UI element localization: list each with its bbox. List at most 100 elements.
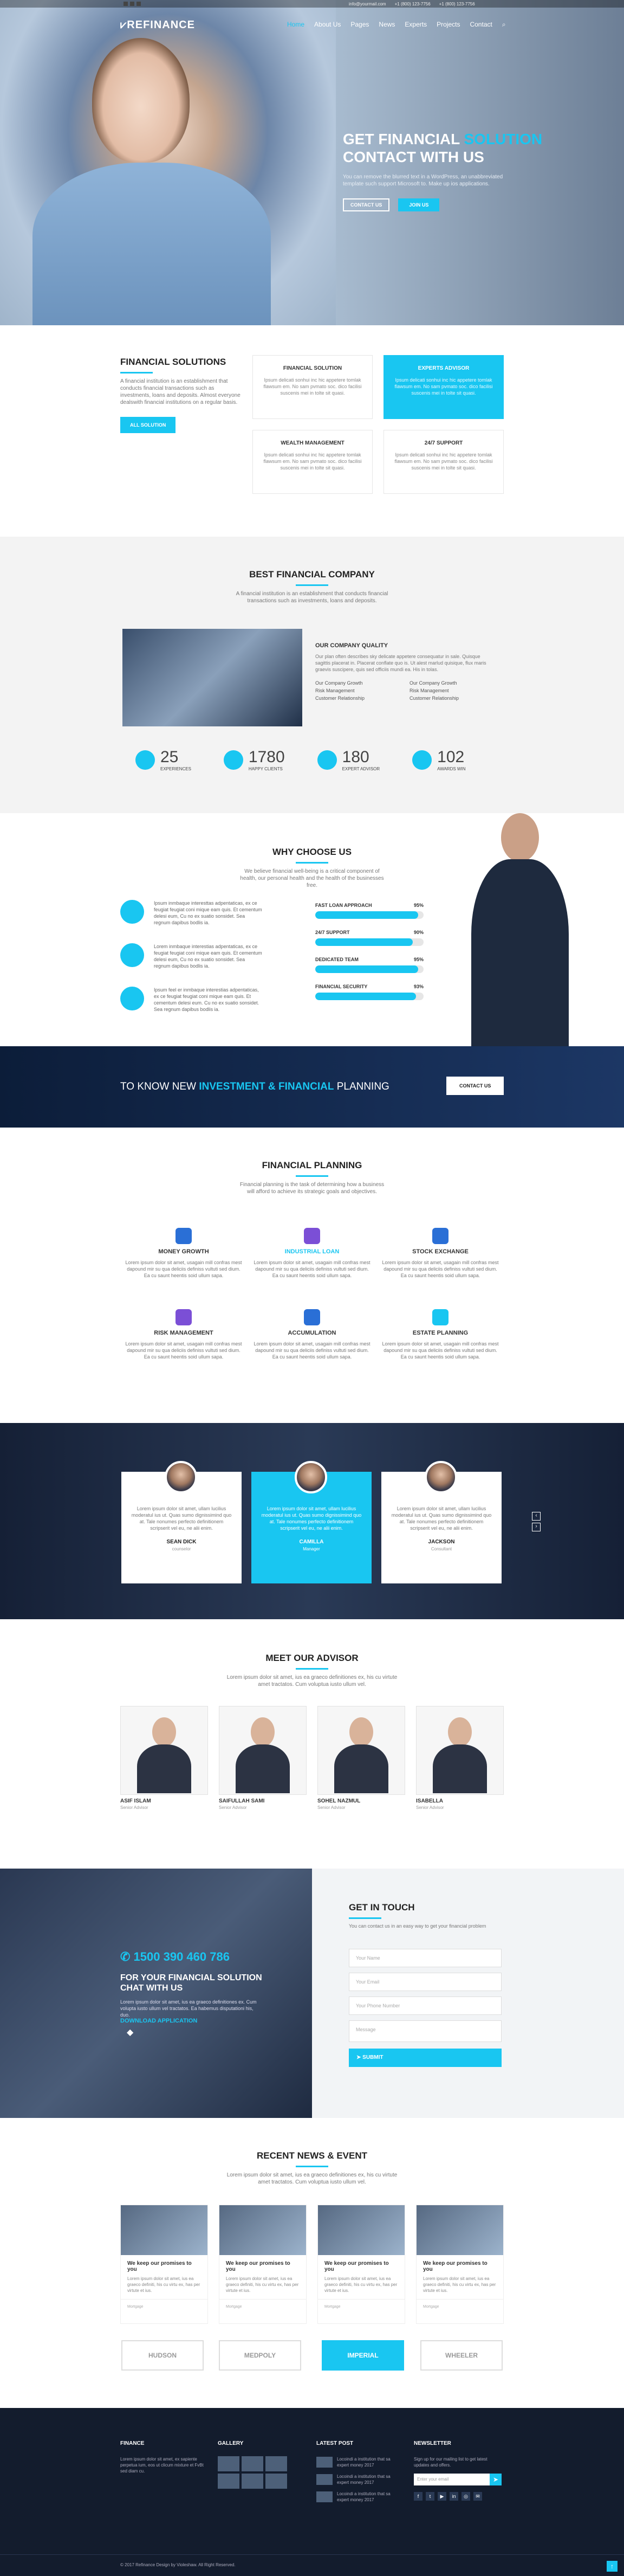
section-title: RECENT NEWS & EVENT [256,2150,368,2161]
divider [349,1917,381,1919]
advisor-photo[interactable] [120,1706,208,1795]
progress-value: 90% [413,930,424,935]
solution-box[interactable]: WEALTH MANAGEMENT Ipsum delicati sonhui i… [252,430,373,494]
contact-button[interactable]: CONTACT US [343,198,390,211]
gallery-thumb[interactable] [242,2456,263,2471]
gallery-thumb[interactable] [265,2474,287,2489]
youtube-icon[interactable]: ▶ [438,2492,446,2501]
news-image [121,2205,207,2255]
submit-button[interactable]: ➤ SUBMIT [349,2049,502,2067]
footer-posts: LATEST POST Locoindi a institution that … [316,2440,402,2508]
message-field[interactable]: Message [349,2020,502,2042]
instagram-icon[interactable]: ◎ [461,2492,470,2501]
nav-item-contact[interactable]: Contact [470,21,492,29]
lightbulb-icon [432,1309,448,1325]
logo[interactable]: ⩗REFINANCE [120,19,195,31]
list-item: Risk Management [410,688,449,693]
scroll-top-icon[interactable]: ↑ [607,2561,618,2572]
solution-box[interactable]: EXPERTS ADVISOR Ipsum delicati sonhui inc… [384,355,504,419]
facebook-icon[interactable]: f [414,2492,422,2501]
gallery-thumb[interactable] [218,2474,239,2489]
section-desc: A financial institution is an establishm… [120,378,240,405]
news-card[interactable]: We keep our promises to you Lorem ipsum d… [219,2205,307,2324]
search-money-icon [304,1228,320,1244]
advisor-photo[interactable] [416,1706,504,1795]
handshake-icon [120,900,144,924]
search-icon[interactable]: ⌕ [502,21,506,29]
newsletter-input[interactable]: Enter your email [414,2474,490,2485]
post-thumb[interactable] [316,2474,333,2485]
section-title: MEET OUR ADVISOR [265,1653,359,1663]
phone-field[interactable]: Your Phone Number [349,1997,502,2015]
post-link[interactable]: Locoindi a institution that sa expert mo… [337,2491,402,2503]
section-title: FINANCIAL PLANNING [262,1160,362,1170]
facebook-icon[interactable] [123,2,128,6]
woman-body [32,163,271,325]
gallery-thumb[interactable] [265,2456,287,2471]
linkedin-icon[interactable]: in [450,2492,458,2501]
contact-button[interactable]: CONTACT US [446,1077,504,1095]
section-title: FINANCIAL SOLUTIONS [120,357,226,367]
twitter-icon[interactable]: t [426,2492,434,2501]
advisor-photo[interactable] [219,1706,307,1795]
nav-item-experts[interactable]: Experts [405,21,427,29]
divider [296,584,328,586]
solution-box[interactable]: FINANCIAL SOLUTION Ipsum delicati sonhui … [252,355,373,419]
brand-logo[interactable]: HUDSON [121,2340,204,2371]
email-field[interactable]: Your Email [349,1973,502,1991]
topbar: info@yourmail.com +1 (800) 123-7756 +1 (80… [0,0,624,8]
list-item: Our Company Growth [410,680,457,686]
solution-box[interactable]: 24/7 SUPPORT Ipsum delicati sonhui inc hi… [384,430,504,494]
join-button[interactable]: JOIN US [398,198,440,211]
testimonials-section: Lorem ipsum dolor sit amet, ullam lucili… [0,1423,624,1619]
chevron-right-icon[interactable]: › [532,1523,541,1531]
stat: 180 EXPERT ADVISOR [317,748,380,771]
nav-item-pages[interactable]: Pages [350,21,369,29]
woman-head [92,38,190,163]
news-card[interactable]: We keep our promises to you Lorem ipsum d… [416,2205,504,2324]
post-thumb[interactable] [316,2457,333,2468]
pie-chart-icon [120,943,144,967]
linkedin-icon[interactable] [136,2,141,6]
brand-logo[interactable]: MEDPOLY [219,2340,301,2371]
all-solution-button[interactable]: ALL SOLUTION [120,417,176,433]
gallery-thumb[interactable] [242,2474,263,2489]
divider [296,1668,328,1670]
name-field[interactable]: Your Name [349,1949,502,1967]
news-card[interactable]: We keep our promises to you Lorem ipsum d… [317,2205,405,2324]
advisor-caption: SOHEL NAZMUL Senior Advisor [317,1798,361,1810]
section-title: GET IN TOUCH [349,1902,415,1912]
nav-item-projects[interactable]: Projects [437,21,460,29]
brand-logo[interactable]: WHEELER [420,2340,503,2371]
post-link[interactable]: Locoindi a institution that sa expert mo… [337,2456,402,2468]
hero-desc: You can remove the blurred text in a Wor… [343,174,503,187]
medal-icon [304,1309,320,1325]
nav-item-about[interactable]: About Us [314,21,341,29]
chevron-left-icon[interactable]: ‹ [532,1512,541,1521]
send-icon[interactable]: ➤ [490,2474,502,2485]
progress-bar: 24/7 SUPPORT 90% [315,930,424,946]
cta-banner: TO KNOW NEW INVESTMENT & FINANCIAL PLANN… [0,1046,624,1128]
avatar [425,1461,457,1493]
advisor-photo[interactable] [317,1706,405,1795]
post-link[interactable]: Locoindi a institution that sa expert mo… [337,2474,402,2485]
news-card[interactable]: We keep our promises to you Lorem ipsum d… [120,2205,208,2324]
stat: 25 EXPERIENCES [135,748,191,771]
clients-icon [223,750,243,770]
android-icon[interactable]: ◆ [127,2027,133,2038]
email-icon[interactable]: ✉ [473,2492,482,2501]
cta-text: TO KNOW NEW INVESTMENT & FINANCIAL PLANN… [120,1081,389,1092]
nav-item-news[interactable]: News [379,21,395,29]
progress-value: 95% [413,957,424,962]
twitter-icon[interactable] [130,2,134,6]
nav-item-home[interactable]: Home [287,21,304,29]
post-thumb[interactable] [316,2491,333,2502]
stat: 1780 HAPPY CLIENTS [223,748,285,771]
stat: 102 AWARDS WIN [412,748,465,771]
experience-icon [135,750,155,770]
contact-banner: ✆ 1500 390 460 786 FOR YOUR FINANCIAL SO… [0,1869,312,2118]
progress-bar: FAST LOAN APPROACH 95% [315,903,424,919]
brand-logo[interactable]: IMPERIAL [322,2340,404,2371]
footer: FINANCE Lorem ipsum dolor sit amet, ex sa… [0,2408,624,2576]
gallery-thumb[interactable] [218,2456,239,2471]
